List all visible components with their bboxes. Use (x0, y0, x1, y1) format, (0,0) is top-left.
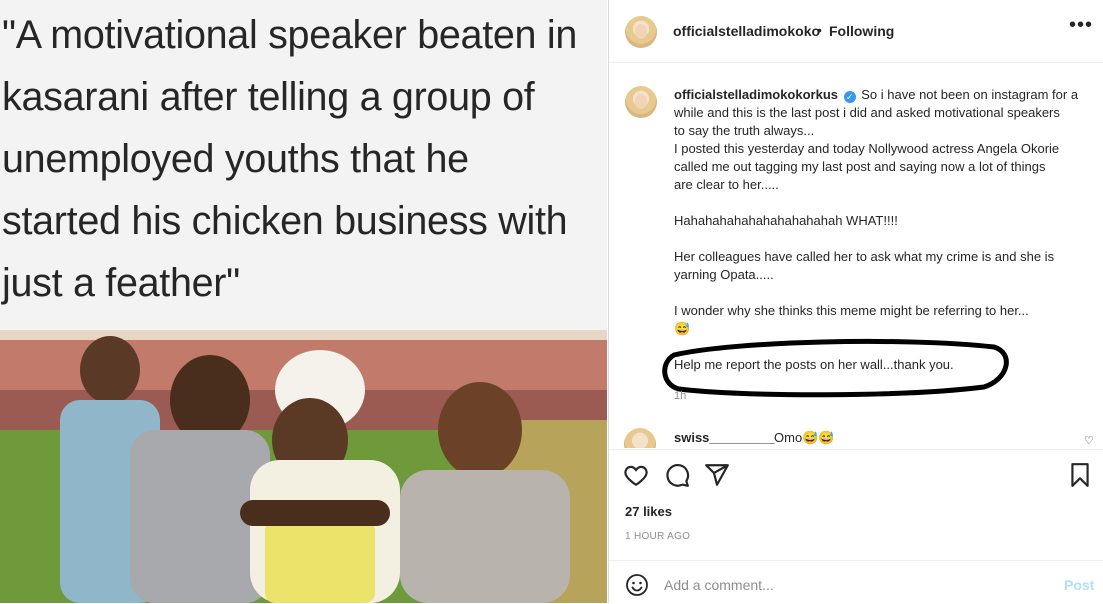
comment-username[interactable]: swiss_________ (674, 430, 774, 445)
meme-line: unemployed youths that he (2, 137, 469, 181)
verified-badge-icon: ✓ (843, 91, 856, 103)
meme-line: "A motivational speaker beaten in (2, 13, 578, 57)
bookmark-icon[interactable] (1067, 462, 1093, 488)
hand-drawn-circle-annotation (662, 338, 1009, 398)
caption-line: I posted this yesterday and today Nollyw… (674, 141, 1060, 156)
emoji-icon[interactable] (625, 573, 649, 597)
comment-text: Omo😅😅 (774, 430, 835, 445)
caption-avatar[interactable] (625, 86, 657, 118)
header-username[interactable]: officialstelladimokoko (673, 23, 820, 39)
more-options-icon[interactable]: ••• (1069, 14, 1093, 37)
comment-row: swiss_________ Omo😅😅 ♡ (624, 428, 1094, 448)
add-comment-bar: Add a comment... Post (609, 560, 1103, 604)
meme-line: just a feather" (2, 261, 240, 305)
meme-line: kasarani after telling a group of (2, 75, 535, 119)
caption-line: to say the truth always... (674, 123, 815, 138)
post-timestamp[interactable]: 1 HOUR AGO (625, 531, 690, 542)
post-header: officialstelladimokoko • Following ••• (609, 0, 1103, 63)
share-icon[interactable] (704, 462, 730, 488)
avatar[interactable] (625, 16, 657, 48)
post-button[interactable]: Post (1064, 577, 1094, 593)
caption-time[interactable]: 1h (674, 390, 686, 402)
commenter-avatar[interactable] (624, 428, 656, 448)
meme-line: started his chicken business with (2, 199, 568, 243)
post-media[interactable]: "A motivational speaker beaten in kasara… (0, 0, 607, 603)
header-separator: • (817, 22, 822, 38)
caption-line: Hahahahahahahahahahahah WHAT!!!! (674, 213, 898, 228)
comment-input[interactable]: Add a comment... (664, 577, 774, 593)
post-side-panel: officialstelladimokoko • Following ••• o… (608, 0, 1103, 603)
caption-line: while and this is the last post i did an… (674, 105, 1060, 120)
comment-icon[interactable] (664, 462, 690, 488)
following-button[interactable]: Following (829, 23, 894, 39)
caption-line: So i have not been on instagram for a (861, 87, 1079, 102)
caption-line: yarning Opata..... (674, 267, 774, 282)
heart-icon[interactable] (623, 462, 649, 488)
caption-line: are clear to her..... (674, 177, 779, 192)
comment-like-icon[interactable]: ♡ (1084, 434, 1094, 447)
action-bar (609, 449, 1103, 500)
meme-caption: "A motivational speaker beaten in kasara… (2, 4, 607, 314)
meme-photo (0, 330, 607, 603)
caption-line: called me out tagging my last post and s… (674, 159, 1046, 174)
caption-username[interactable]: officialstelladimokokorkus (674, 87, 838, 102)
caption-line: Her colleagues have called her to ask wh… (674, 249, 1055, 264)
likes-count[interactable]: 27 likes (625, 504, 672, 519)
caption-line: I wonder why she thinks this meme might … (674, 303, 1029, 318)
